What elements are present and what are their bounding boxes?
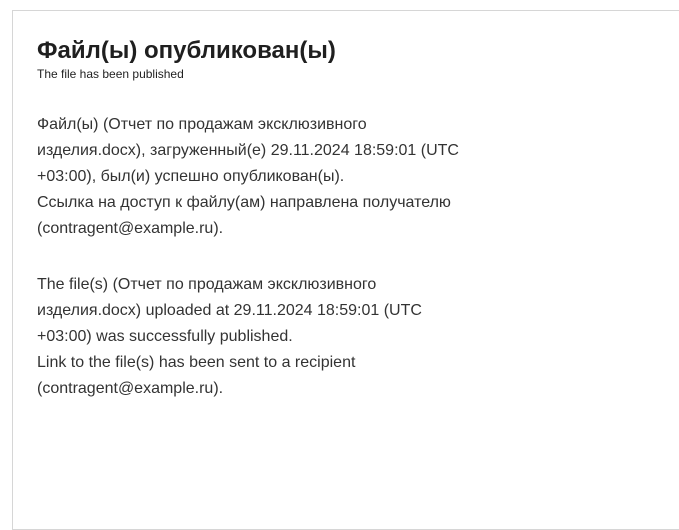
message-ru-line: (contragent@example.ru). [37, 220, 224, 237]
message-en-line: The file(s) (Отчет по продажам эксклюзив… [37, 276, 377, 293]
message-en-line: изделия.docx) uploaded at 29.11.2024 18:… [37, 302, 422, 319]
message-ru: Файл(ы) (Отчет по продажам эксклюзивного… [37, 112, 667, 242]
message-ru-line: изделия.docx), загруженный(е) 29.11.2024… [37, 142, 459, 159]
message-en-line: +03:00) was successfully published. [37, 328, 293, 345]
message-en-line: Link to the file(s) has been sent to a r… [37, 354, 356, 371]
page-title: Файл(ы) опубликован(ы) [37, 37, 336, 64]
message-ru-line: +03:00), был(и) успешно опубликован(ы). [37, 168, 345, 185]
message-en: The file(s) (Отчет по продажам эксклюзив… [37, 272, 667, 402]
page-subtitle: The file has been published [37, 67, 184, 81]
message-content: Файл(ы) опубликован(ы) The file has been… [37, 36, 667, 402]
message-ru-line: Ссылка на доступ к файлу(ам) направлена … [37, 194, 451, 211]
message-en-line: (contragent@example.ru). [37, 380, 224, 397]
message-ru-line: Файл(ы) (Отчет по продажам эксклюзивного [37, 116, 367, 133]
